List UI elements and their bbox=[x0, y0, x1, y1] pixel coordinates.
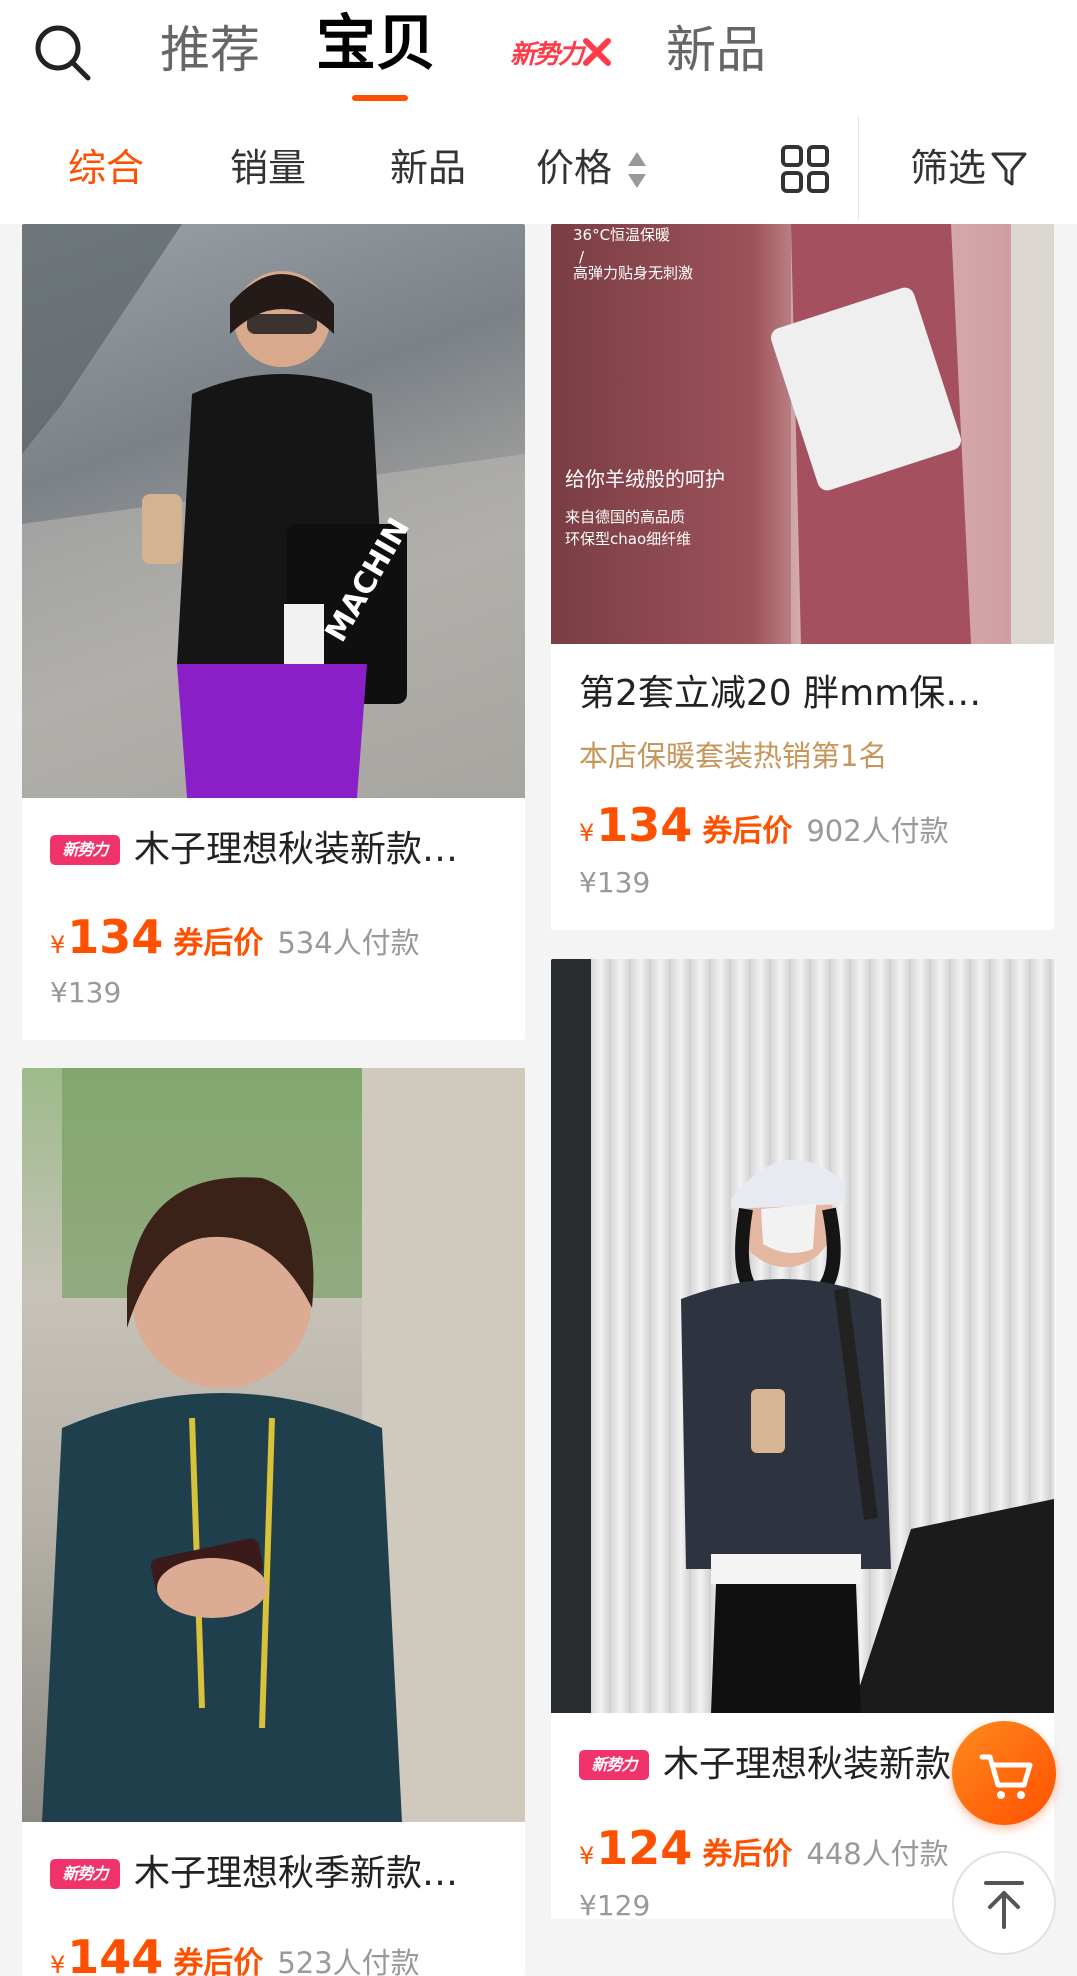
funnel-icon[interactable] bbox=[990, 150, 1028, 188]
new-force-badge: 新势力 bbox=[50, 835, 120, 865]
divider bbox=[858, 116, 859, 220]
original-price: ¥129 bbox=[579, 1889, 651, 1919]
currency-symbol: ¥ bbox=[50, 1951, 66, 1976]
coupon-label: 券后价 bbox=[173, 926, 264, 961]
sold-count: 523人付款 bbox=[277, 1946, 420, 1976]
model-photo bbox=[42, 1068, 525, 1822]
product-image: 36°C恒温保暖 / 高弹力贴身无刺激 给你羊绒般的呵护 来自德国的高品质 环保… bbox=[551, 224, 1054, 644]
search-icon[interactable] bbox=[32, 22, 92, 82]
product-title[interactable]: 第2套立减20 胖mm保… bbox=[579, 670, 981, 718]
product-image bbox=[551, 959, 1054, 1713]
product-card[interactable]: MACHIN 新势力 木子理想秋装新款… ¥ 134 券后价 534人付款 ¥1… bbox=[22, 224, 525, 1040]
model-photo: MACHIN bbox=[22, 224, 525, 798]
x-mark-icon bbox=[583, 38, 612, 66]
price-row: ¥ 134 券后价 534人付款 bbox=[50, 910, 420, 964]
filter-button[interactable]: 筛选 bbox=[910, 140, 986, 196]
new-force-logo: 新势力 bbox=[510, 39, 584, 70]
coupon-price: 144 bbox=[67, 1930, 164, 1976]
sold-count: 902人付款 bbox=[806, 814, 949, 848]
sold-count: 448人付款 bbox=[806, 1837, 949, 1871]
price-row: ¥ 124 券后价 448人付款 bbox=[579, 1821, 949, 1875]
product-title[interactable]: 新势力 木子理想秋装新款 bbox=[579, 1741, 951, 1789]
original-price: ¥139 bbox=[579, 866, 651, 899]
sold-count: 534人付款 bbox=[277, 926, 420, 960]
cart-button[interactable] bbox=[952, 1721, 1056, 1825]
product-title-text: 木子理想秋装新款 bbox=[663, 1744, 952, 1785]
sort-arrows-icon[interactable] bbox=[626, 150, 648, 190]
currency-symbol: ¥ bbox=[579, 1842, 595, 1870]
currency-symbol: ¥ bbox=[579, 819, 595, 847]
product-card[interactable]: 36°C恒温保暖 / 高弹力贴身无刺激 给你羊绒般的呵护 来自德国的高品质 环保… bbox=[551, 224, 1054, 930]
sort-price[interactable]: 价格 bbox=[536, 140, 612, 196]
shopping-cart-icon bbox=[979, 1754, 1033, 1799]
tab-recommend[interactable]: 推荐 bbox=[160, 14, 260, 86]
image-caption: 36°C恒温保暖 bbox=[573, 226, 670, 244]
grid-view-icon[interactable] bbox=[780, 144, 830, 194]
coupon-price: 124 bbox=[596, 1821, 693, 1875]
new-force-badge: 新势力 bbox=[50, 1859, 120, 1889]
product-image bbox=[22, 1068, 525, 1822]
top-tab-bar: 推荐 宝贝 新势力 新品 bbox=[0, 0, 1077, 112]
tab-items[interactable]: 宝贝 bbox=[316, 8, 436, 80]
image-caption: 高弹力贴身无刺激 bbox=[573, 264, 693, 282]
sort-new[interactable]: 新品 bbox=[390, 140, 466, 196]
sort-sales[interactable]: 销量 bbox=[230, 140, 306, 196]
product-title[interactable]: 新势力 木子理想秋季新款… bbox=[50, 1850, 458, 1898]
sort-comprehensive[interactable]: 综合 bbox=[68, 140, 144, 196]
coupon-label: 券后价 bbox=[173, 1946, 264, 1976]
coupon-price: 134 bbox=[67, 910, 164, 964]
product-subtitle: 本店保暖套装热销第1名 bbox=[579, 739, 888, 773]
price-row: ¥ 134 券后价 902人付款 bbox=[579, 798, 949, 852]
sort-filter-bar: 综合 销量 新品 价格 筛选 bbox=[0, 112, 1077, 224]
product-title-text: 木子理想秋季新款… bbox=[134, 1853, 459, 1894]
image-caption: 给你羊绒般的呵护 bbox=[565, 467, 725, 491]
original-price: ¥139 bbox=[50, 976, 122, 1009]
product-title[interactable]: 新势力 木子理想秋装新款… bbox=[50, 826, 458, 874]
image-caption: 来自德国的高品质 bbox=[565, 508, 685, 526]
coupon-price: 134 bbox=[596, 798, 693, 852]
product-title-text: 木子理想秋装新款… bbox=[134, 829, 459, 870]
coupon-label: 券后价 bbox=[702, 1837, 793, 1872]
currency-symbol: ¥ bbox=[50, 931, 66, 959]
model-photo: 36°C恒温保暖 / 高弹力贴身无刺激 给你羊绒般的呵护 来自德国的高品质 环保… bbox=[565, 224, 1054, 644]
back-to-top-button[interactable] bbox=[952, 1851, 1056, 1955]
tab-new-arrivals[interactable]: 新品 bbox=[666, 14, 766, 86]
coupon-label: 券后价 bbox=[702, 814, 793, 849]
model-photo bbox=[551, 959, 1054, 1713]
price-row: ¥ 144 券后价 523人付款 bbox=[50, 1930, 420, 1976]
product-card[interactable]: 新势力 木子理想秋季新款… ¥ 144 券后价 523人付款 bbox=[22, 1068, 525, 1976]
active-tab-indicator bbox=[352, 95, 408, 101]
product-image: MACHIN bbox=[22, 224, 525, 798]
tab-new-force[interactable]: 新势力 bbox=[510, 34, 612, 70]
image-caption: 环保型chao细纤维 bbox=[565, 530, 691, 548]
back-to-top-icon bbox=[984, 1881, 1024, 1929]
product-title-text: 第2套立减20 胖mm保… bbox=[579, 673, 982, 714]
new-force-badge: 新势力 bbox=[579, 1750, 649, 1780]
